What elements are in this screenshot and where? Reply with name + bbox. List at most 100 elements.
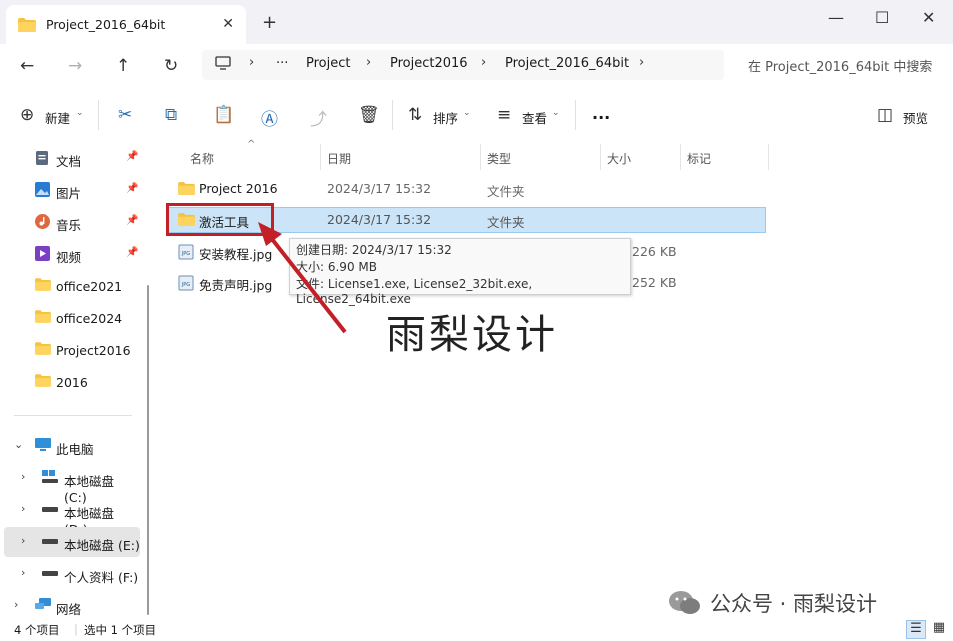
- file-date: 2024/3/17 15:32: [327, 181, 432, 196]
- red-arrow-annotation: [258, 222, 347, 334]
- jpg-file-icon: JPG: [178, 244, 194, 260]
- sidebar-item-label: 个人资料 (F:): [64, 570, 139, 585]
- chevron-down-icon: ⌄: [463, 108, 471, 118]
- breadcrumb-more[interactable]: ···: [276, 56, 288, 71]
- sort-button[interactable]: 排序: [433, 108, 458, 127]
- file-size: 226 KB: [632, 244, 677, 259]
- folder-icon: [178, 182, 195, 195]
- share-icon[interactable]: ⤴: [310, 105, 327, 130]
- column-divider[interactable]: [600, 144, 601, 170]
- system-drive-icon: [42, 470, 58, 483]
- tab-active[interactable]: Project_2016_64bit ✕: [6, 5, 246, 44]
- breadcrumb-project2016[interactable]: Project2016: [390, 56, 468, 71]
- new-button[interactable]: 新建: [45, 108, 70, 127]
- pin-icon[interactable]: 📌: [126, 215, 138, 226]
- drive-icon: [42, 507, 58, 512]
- chevron-right-icon[interactable]: ›: [21, 470, 25, 483]
- command-bar: [0, 89, 953, 142]
- sidebar-item-label: office2021: [56, 279, 123, 294]
- sidebar-item-office2024[interactable]: office2024: [0, 303, 140, 333]
- delete-icon[interactable]: 🗑: [358, 105, 380, 125]
- tab-title: Project_2016_64bit: [46, 17, 166, 32]
- column-header-tag[interactable]: 标记: [687, 150, 711, 167]
- column-divider[interactable]: [480, 144, 481, 170]
- tiles-view-button[interactable]: ▦: [929, 620, 949, 639]
- column-divider[interactable]: [768, 144, 769, 170]
- chevron-right-icon[interactable]: ›: [639, 55, 644, 70]
- svg-text:JPG: JPG: [181, 282, 190, 288]
- paste-icon[interactable]: 📋: [213, 105, 234, 125]
- close-window-button[interactable]: ✕: [922, 8, 935, 27]
- sidebar-item-pictures[interactable]: 图片 📌: [0, 175, 140, 205]
- maximize-button[interactable]: ☐: [875, 8, 889, 27]
- column-divider[interactable]: [320, 144, 321, 170]
- column-header-type[interactable]: 类型: [487, 150, 511, 167]
- more-options-button[interactable]: ···: [592, 108, 610, 127]
- wechat-account-text: 公众号 · 雨梨设计: [710, 592, 878, 616]
- minimize-button[interactable]: —: [828, 8, 844, 27]
- sidebar-item-project2016[interactable]: Project2016: [0, 335, 140, 365]
- status-item-count: 4 个项目: [14, 623, 60, 637]
- table-row[interactable]: Project 2016 2024/3/17 15:32 文件夹: [168, 176, 766, 202]
- videos-icon: [35, 246, 50, 261]
- svg-text:JPG: JPG: [181, 251, 190, 257]
- chevron-right-icon: ›: [249, 55, 255, 70]
- computer-icon: [35, 438, 51, 451]
- rename-icon[interactable]: Ⓐ: [261, 105, 278, 130]
- chevron-down-icon: ⌄: [76, 108, 84, 118]
- chevron-right-icon[interactable]: ›: [21, 502, 25, 515]
- watermark-text: 雨梨设计: [386, 312, 558, 358]
- sidebar-item-documents[interactable]: 文档 📌: [0, 143, 140, 173]
- sidebar-item-label: 文档: [56, 154, 82, 169]
- sidebar-item-drive-f[interactable]: › 个人资料 (F:): [0, 559, 140, 589]
- chevron-right-icon[interactable]: ›: [14, 598, 18, 611]
- sidebar-item-drive-c[interactable]: › 本地磁盘 (C:): [0, 463, 140, 505]
- details-view-button[interactable]: ☰: [906, 620, 926, 639]
- view-icon: ≡: [497, 105, 512, 125]
- file-size: 252 KB: [632, 275, 677, 290]
- sidebar-item-network[interactable]: › 网络: [0, 591, 140, 621]
- view-button[interactable]: 查看: [522, 108, 547, 127]
- column-header-date[interactable]: 日期: [327, 150, 351, 167]
- up-arrow-icon[interactable]: ↑: [116, 56, 130, 76]
- back-arrow-icon[interactable]: ←: [20, 56, 34, 76]
- sidebar-item-videos[interactable]: 视频 📌: [0, 239, 140, 269]
- refresh-icon[interactable]: ↻: [164, 56, 178, 76]
- computer-icon: [215, 56, 231, 70]
- sidebar-item-drive-e[interactable]: › 本地磁盘 (E:): [4, 527, 140, 557]
- preview-pane-icon: ◫: [877, 105, 894, 125]
- chevron-down-icon[interactable]: ⌄: [14, 438, 23, 451]
- search-input[interactable]: 在 Project_2016_64bit 中搜索: [748, 56, 932, 75]
- column-divider[interactable]: [680, 144, 681, 170]
- forward-arrow-icon[interactable]: →: [68, 56, 82, 76]
- status-divider: |: [74, 622, 78, 636]
- drive-icon: [42, 571, 58, 576]
- sidebar-item-drive-d[interactable]: › 本地磁盘 (D:): [0, 495, 140, 537]
- sidebar-item-music[interactable]: 音乐 📌: [0, 207, 140, 237]
- sidebar-item-2016[interactable]: 2016: [0, 367, 140, 397]
- preview-button[interactable]: 预览: [903, 108, 928, 127]
- column-header-name[interactable]: 名称: [190, 150, 214, 167]
- sidebar-item-this-pc[interactable]: ⌄ 此电脑: [0, 431, 140, 461]
- chevron-down-icon: ⌄: [552, 108, 560, 118]
- chevron-right-icon[interactable]: ›: [21, 534, 25, 547]
- column-header-size[interactable]: 大小: [607, 150, 631, 167]
- cut-icon[interactable]: ✂: [118, 105, 132, 125]
- toolbar-divider: [575, 100, 576, 130]
- sidebar-scrollbar[interactable]: [147, 285, 149, 615]
- chevron-right-icon[interactable]: ›: [21, 566, 25, 579]
- pin-icon[interactable]: 📌: [126, 183, 138, 194]
- chevron-right-icon: ›: [366, 55, 372, 70]
- pin-icon[interactable]: 📌: [126, 247, 138, 258]
- sidebar-item-label: 本地磁盘 (E:): [64, 538, 140, 553]
- sidebar-item-office2021[interactable]: office2021: [0, 271, 140, 301]
- close-tab-icon[interactable]: ✕: [222, 16, 234, 32]
- new-tab-button[interactable]: +: [262, 12, 277, 33]
- sort-icon: ⇅: [408, 105, 423, 125]
- breadcrumb-project[interactable]: Project: [306, 56, 350, 71]
- copy-icon[interactable]: ⧉: [165, 105, 177, 125]
- toolbar-divider: [392, 100, 393, 130]
- breadcrumb-project-2016-64bit[interactable]: Project_2016_64bit: [505, 56, 629, 71]
- pin-icon[interactable]: 📌: [126, 151, 138, 162]
- sidebar-item-label: 此电脑: [56, 442, 94, 457]
